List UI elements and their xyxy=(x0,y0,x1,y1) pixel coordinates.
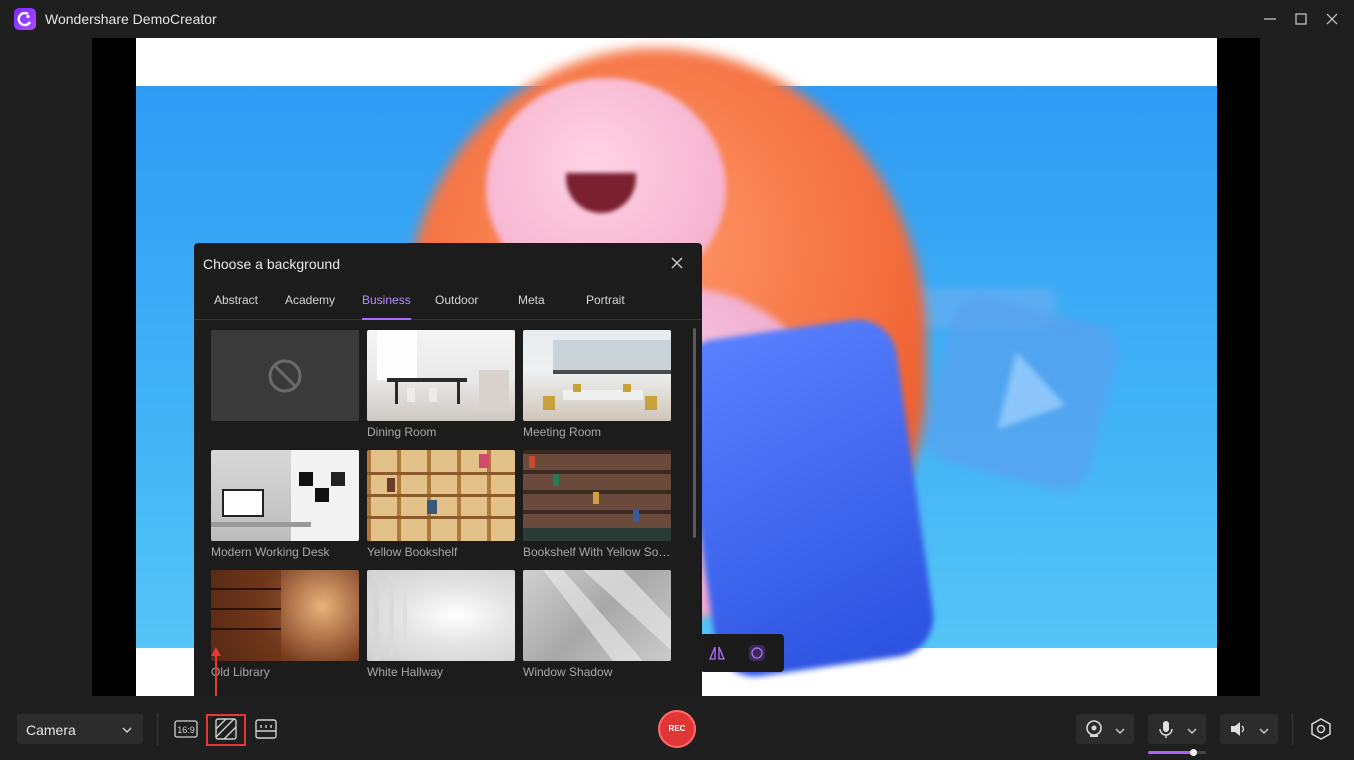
aspect-ratio-button[interactable]: 16:9 xyxy=(173,716,199,742)
app-title: Wondershare DemoCreator xyxy=(45,11,217,27)
preview-mini-toolbar xyxy=(700,634,784,672)
app-logo xyxy=(14,8,36,30)
chevron-down-icon[interactable] xyxy=(1114,724,1126,742)
mirror-icon[interactable] xyxy=(706,642,728,664)
dialog-title: Choose a background xyxy=(203,256,340,272)
mic-level-fill xyxy=(1148,751,1194,754)
background-option[interactable]: Modern Working Desk xyxy=(211,450,359,559)
webcam-toggle[interactable] xyxy=(1076,714,1134,744)
background-option[interactable]: Old Library xyxy=(211,570,359,679)
face-filter-icon[interactable] xyxy=(746,642,768,664)
background-option[interactable]: Meeting Room xyxy=(523,330,671,439)
chevron-down-icon xyxy=(121,723,133,741)
speaker-icon xyxy=(1228,719,1248,744)
meeting-room-thumb[interactable] xyxy=(523,330,671,421)
background-label: Window Shadow xyxy=(523,665,613,679)
dining-room-thumb[interactable] xyxy=(367,330,515,421)
background-tabs: Abstract Academy Business Outdoor Meta P… xyxy=(194,293,702,320)
background-label: Old Library xyxy=(211,665,270,679)
background-option[interactable]: Yellow Bookshelf xyxy=(367,450,515,559)
camera-select[interactable]: Camera xyxy=(17,714,143,744)
tab-business[interactable]: Business xyxy=(362,293,411,320)
background-label: Meeting Room xyxy=(523,425,602,439)
toolbar-divider xyxy=(1292,713,1293,745)
highlight-box xyxy=(206,714,246,746)
background-option[interactable]: Bookshelf With Yellow Sof... xyxy=(523,450,671,559)
background-label: White Hallway xyxy=(367,665,444,679)
microphone-icon xyxy=(1156,719,1176,744)
teleprompter-button[interactable] xyxy=(253,716,279,742)
title-bar: Wondershare DemoCreator xyxy=(0,0,1354,38)
background-option[interactable]: Window Shadow xyxy=(523,570,671,679)
modern-working-desk-thumb[interactable] xyxy=(211,450,359,541)
window-shadow-thumb[interactable] xyxy=(523,570,671,661)
webcam-icon xyxy=(1084,719,1104,744)
maximize-icon[interactable] xyxy=(1290,8,1312,30)
background-label: Dining Room xyxy=(367,425,437,439)
mic-level-knob[interactable] xyxy=(1190,749,1197,756)
background-option[interactable]: Dining Room xyxy=(367,330,515,439)
dialog-scrollbar[interactable] xyxy=(693,328,696,538)
minimize-icon[interactable] xyxy=(1259,8,1281,30)
microphone-toggle[interactable] xyxy=(1148,714,1206,744)
dialog-close-icon[interactable] xyxy=(668,254,686,272)
chevron-down-icon[interactable] xyxy=(1186,724,1198,742)
character-arm xyxy=(673,314,939,682)
bookshelf-yellow-sofa-thumb[interactable] xyxy=(523,450,671,541)
tab-meta[interactable]: Meta xyxy=(518,293,545,318)
no-background-icon xyxy=(268,359,302,393)
background-label: Bookshelf With Yellow Sof... xyxy=(523,545,671,559)
settings-button[interactable] xyxy=(1308,716,1334,742)
background-option[interactable] xyxy=(211,330,359,421)
toolbar-divider xyxy=(157,713,158,745)
mic-level-slider[interactable] xyxy=(1148,749,1206,756)
close-icon[interactable] xyxy=(1321,8,1343,30)
tab-portrait[interactable]: Portrait xyxy=(586,293,625,318)
aspect-ratio-label: 16:9 xyxy=(177,725,195,735)
gear-icon xyxy=(1311,718,1331,740)
camera-select-value: Camera xyxy=(26,722,76,738)
background-label: Yellow Bookshelf xyxy=(367,545,458,559)
tab-outdoor[interactable]: Outdoor xyxy=(435,293,478,318)
teleprompter-icon xyxy=(255,719,277,739)
tab-abstract[interactable]: Abstract xyxy=(214,293,258,318)
yellow-bookshelf-thumb[interactable] xyxy=(367,450,515,541)
background-dialog: Choose a background Abstract Academy Bus… xyxy=(194,243,702,703)
background-option[interactable]: White Hallway xyxy=(367,570,515,679)
record-label: REC xyxy=(668,724,686,733)
no-background-thumb[interactable] xyxy=(211,330,359,421)
annotation-arrow xyxy=(215,652,217,698)
tab-academy[interactable]: Academy xyxy=(285,293,335,318)
background-label: Modern Working Desk xyxy=(211,545,330,559)
white-hallway-thumb[interactable] xyxy=(367,570,515,661)
old-library-thumb[interactable] xyxy=(211,570,359,661)
record-button[interactable]: REC xyxy=(658,710,696,748)
speaker-toggle[interactable] xyxy=(1220,714,1278,744)
chevron-down-icon[interactable] xyxy=(1258,724,1270,742)
